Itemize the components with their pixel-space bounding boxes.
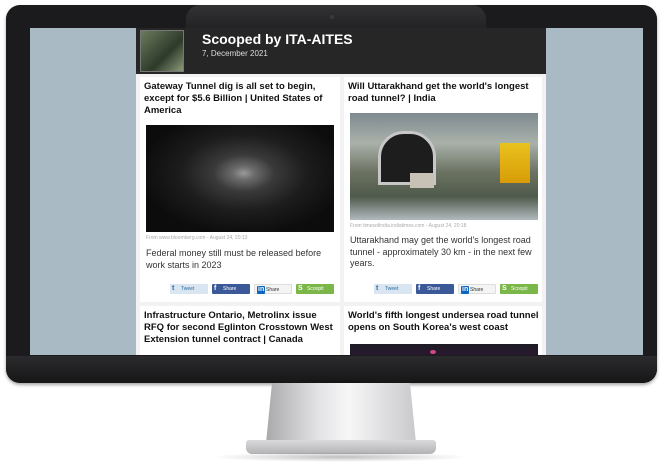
post-card: Gateway Tunnel dig is all set to begin, … — [140, 77, 340, 302]
post-source[interactable]: From timesofindia.indiatimes.com - Augus… — [350, 223, 466, 229]
linkedin-share-label: Share — [470, 287, 484, 293]
post-card: Infrastructure Ontario, Metrolinx issue … — [140, 306, 340, 355]
post-title[interactable]: Infrastructure Ontario, Metrolinx issue … — [144, 310, 338, 346]
scoopit-label: Scoopit — [307, 286, 324, 292]
post-image[interactable] — [350, 344, 538, 355]
facebook-share-button[interactable]: f Share — [212, 284, 250, 294]
facebook-icon: f — [418, 285, 421, 292]
monitor-chin — [6, 356, 657, 383]
scoopit-topic-page: Scooped by ITA-AITES 7, December 2021 Ga… — [136, 28, 546, 355]
scoopit-button[interactable]: S Scoopit — [296, 284, 334, 294]
tweet-button[interactable]: t Tweet — [170, 284, 208, 294]
tweet-label: Tweet — [181, 286, 195, 292]
post-card: Will Uttarakhand get the world's longest… — [344, 77, 542, 302]
post-image[interactable] — [350, 113, 538, 220]
topic-thumbnail[interactable] — [140, 30, 184, 72]
twitter-icon: t — [376, 285, 379, 292]
tweet-button[interactable]: t Tweet — [374, 284, 412, 294]
post-title[interactable]: Gateway Tunnel dig is all set to begin, … — [144, 81, 338, 117]
facebook-share-label: Share — [223, 286, 237, 292]
post-image[interactable] — [146, 125, 334, 232]
post-summary: Federal money still must be released bef… — [146, 248, 322, 270]
tweet-label: Tweet — [385, 286, 399, 292]
scoopit-button[interactable]: S Scoopit — [500, 284, 538, 294]
share-bar: t Tweet f Share in Share S Scoopit — [170, 284, 340, 295]
post-source[interactable]: From www.bloomberg.com - August 24, 20:1… — [146, 235, 247, 241]
stand-shadow — [210, 452, 470, 462]
linkedin-icon: in — [461, 286, 470, 294]
linkedin-share-button[interactable]: in Share — [254, 284, 292, 294]
facebook-share-label: Share — [427, 286, 441, 292]
truck-vehicle — [410, 173, 434, 188]
camera-icon — [330, 15, 334, 19]
crane-vehicle — [500, 143, 530, 183]
post-title[interactable]: World's fifth longest undersea road tunn… — [348, 310, 542, 334]
facebook-icon: f — [214, 285, 217, 292]
scoopit-label: Scoopit — [511, 286, 528, 292]
scoopit-icon: S — [298, 285, 303, 292]
share-bar: t Tweet f Share in Share S Scoopit — [374, 284, 544, 295]
monitor-screen: Scooped by ITA-AITES 7, December 2021 Ga… — [30, 28, 643, 355]
topic-title[interactable]: Scooped by ITA-AITES — [202, 31, 353, 47]
twitter-icon: t — [172, 285, 175, 292]
linkedin-share-label: Share — [266, 287, 280, 293]
linkedin-share-button[interactable]: in Share — [458, 284, 496, 294]
topic-header: Scooped by ITA-AITES 7, December 2021 — [136, 28, 546, 74]
post-card: World's fifth longest undersea road tunn… — [344, 306, 542, 355]
scoopit-icon: S — [502, 285, 507, 292]
image-light — [430, 350, 436, 354]
monitor-stand — [266, 383, 416, 443]
facebook-share-button[interactable]: f Share — [416, 284, 454, 294]
post-title[interactable]: Will Uttarakhand get the world's longest… — [348, 81, 542, 105]
linkedin-icon: in — [257, 286, 266, 294]
topic-date: 7, December 2021 — [202, 49, 268, 58]
post-summary: Uttarakhand may get the world's longest … — [350, 235, 532, 268]
